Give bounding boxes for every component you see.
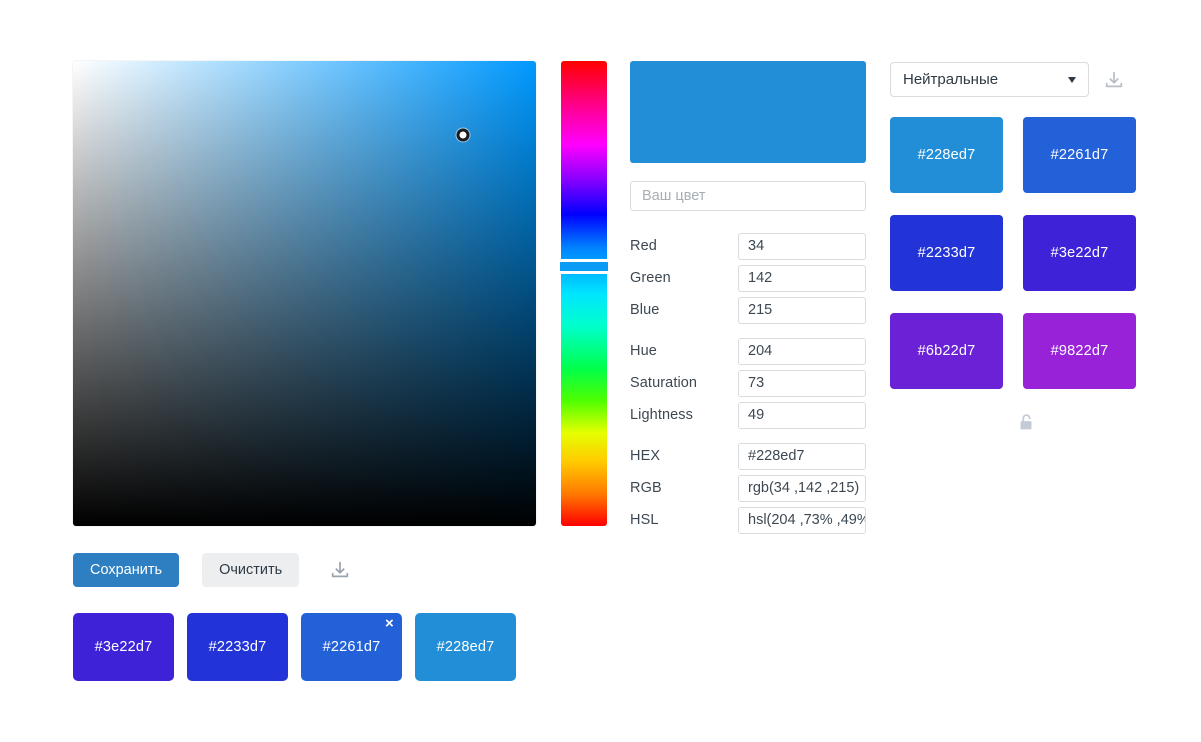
saved-swatch[interactable]: #2233d7 (187, 613, 288, 681)
unlock-icon (1020, 414, 1032, 430)
field-input-red[interactable]: 34 (738, 232, 866, 260)
palette-swatch[interactable]: #6b22d7 (890, 313, 1003, 389)
hue-slider-thumb[interactable] (560, 259, 608, 275)
download-icon (331, 561, 349, 578)
field-input-saturation[interactable]: 73 (738, 369, 866, 397)
saved-swatch-label: #3e22d7 (94, 639, 153, 655)
field-row-green: Green 142 (630, 262, 866, 294)
saved-swatch-label: #2261d7 (322, 639, 381, 655)
field-row-rgb: RGB rgb(34 ,142 ,215) (630, 472, 866, 504)
saved-swatch[interactable]: #228ed7 (415, 613, 516, 681)
field-row-red: Red 34 (630, 230, 866, 262)
your-color-input[interactable] (630, 181, 866, 211)
action-buttons: Сохранить Очистить (73, 553, 353, 587)
field-label-red: Red (630, 238, 657, 254)
field-row-hsl: HSL hsl(204 ,73% ,49%) (630, 504, 866, 536)
field-input-green[interactable]: 142 (738, 264, 866, 292)
palette-column: Нейтральные #228ed7 #2261d7 #2233d7 #3e22d7… (890, 62, 1150, 435)
saved-swatch[interactable]: #3e22d7 (73, 613, 174, 681)
download-icon (1105, 71, 1123, 87)
palette-swatch[interactable]: #228ed7 (890, 117, 1003, 193)
field-row-hex: HEX #228ed7 (630, 440, 866, 472)
field-input-lightness[interactable]: 49 (738, 401, 866, 429)
color-picker-app: Red34Green142Blue215Hue204Saturation73Li… (0, 0, 1201, 742)
palette-swatch-grid: #228ed7 #2261d7 #2233d7 #3e22d7 #6b22d7 #9822… (890, 117, 1150, 389)
field-input-hex[interactable]: #228ed7 (738, 442, 866, 470)
field-label-hex: HEX (630, 448, 661, 464)
close-icon[interactable]: × (385, 616, 394, 631)
palette-lock-button[interactable] (1013, 409, 1039, 435)
field-row-hue: Hue 204 (630, 335, 866, 367)
field-label-saturation: Saturation (630, 375, 698, 391)
palette-swatch[interactable]: #2261d7 (1023, 117, 1136, 193)
chevron-down-icon (1068, 76, 1076, 83)
field-row-lightness: Lightness 49 (630, 399, 866, 431)
palette-swatch[interactable]: #3e22d7 (1023, 215, 1136, 291)
palette-lock-row (890, 409, 1150, 435)
palette-header: Нейтральные (890, 62, 1150, 97)
clear-button[interactable]: Очистить (202, 553, 300, 587)
palette-select-value: Нейтральные (903, 71, 999, 88)
color-preview (630, 61, 866, 163)
saved-swatch[interactable]: #2261d7 × (301, 613, 402, 681)
saved-download-button[interactable] (327, 557, 353, 583)
color-details-column: Red34Green142Blue215Hue204Saturation73Li… (630, 61, 866, 536)
color-value-fields: Red 34 Green 142 Blue 215 Hue 204 Saturation 73 Li… (630, 230, 866, 536)
save-button[interactable]: Сохранить (73, 553, 180, 587)
field-input-hsl[interactable]: hsl(204 ,73% ,49%) (738, 506, 866, 534)
saved-swatch-label: #2233d7 (208, 639, 267, 655)
saved-swatch-label: #228ed7 (436, 639, 495, 655)
field-label-hue: Hue (630, 343, 657, 359)
field-label-lightness: Lightness (630, 407, 693, 423)
field-input-rgb[interactable]: rgb(34 ,142 ,215) (738, 474, 866, 502)
field-row-saturation: Saturation 73 (630, 367, 866, 399)
hue-slider[interactable] (560, 61, 608, 526)
saved-swatch-row: #3e22d7 #2233d7 #2261d7 × #228ed7 (73, 613, 529, 681)
palette-swatch[interactable]: #2233d7 (890, 215, 1003, 291)
field-input-hue[interactable]: 204 (738, 337, 866, 365)
saturation-value-area[interactable] (73, 61, 536, 526)
field-label-green: Green (630, 270, 671, 286)
palette-download-button[interactable] (1101, 67, 1127, 93)
field-label-blue: Blue (630, 302, 660, 318)
sv-cursor-handle[interactable] (456, 128, 470, 142)
field-row-blue: Blue 215 (630, 294, 866, 326)
field-label-hsl: HSL (630, 512, 659, 528)
palette-swatch[interactable]: #9822d7 (1023, 313, 1136, 389)
field-input-blue[interactable]: 215 (738, 296, 866, 324)
field-label-rgb: RGB (630, 480, 662, 496)
palette-type-select[interactable]: Нейтральные (890, 62, 1089, 97)
